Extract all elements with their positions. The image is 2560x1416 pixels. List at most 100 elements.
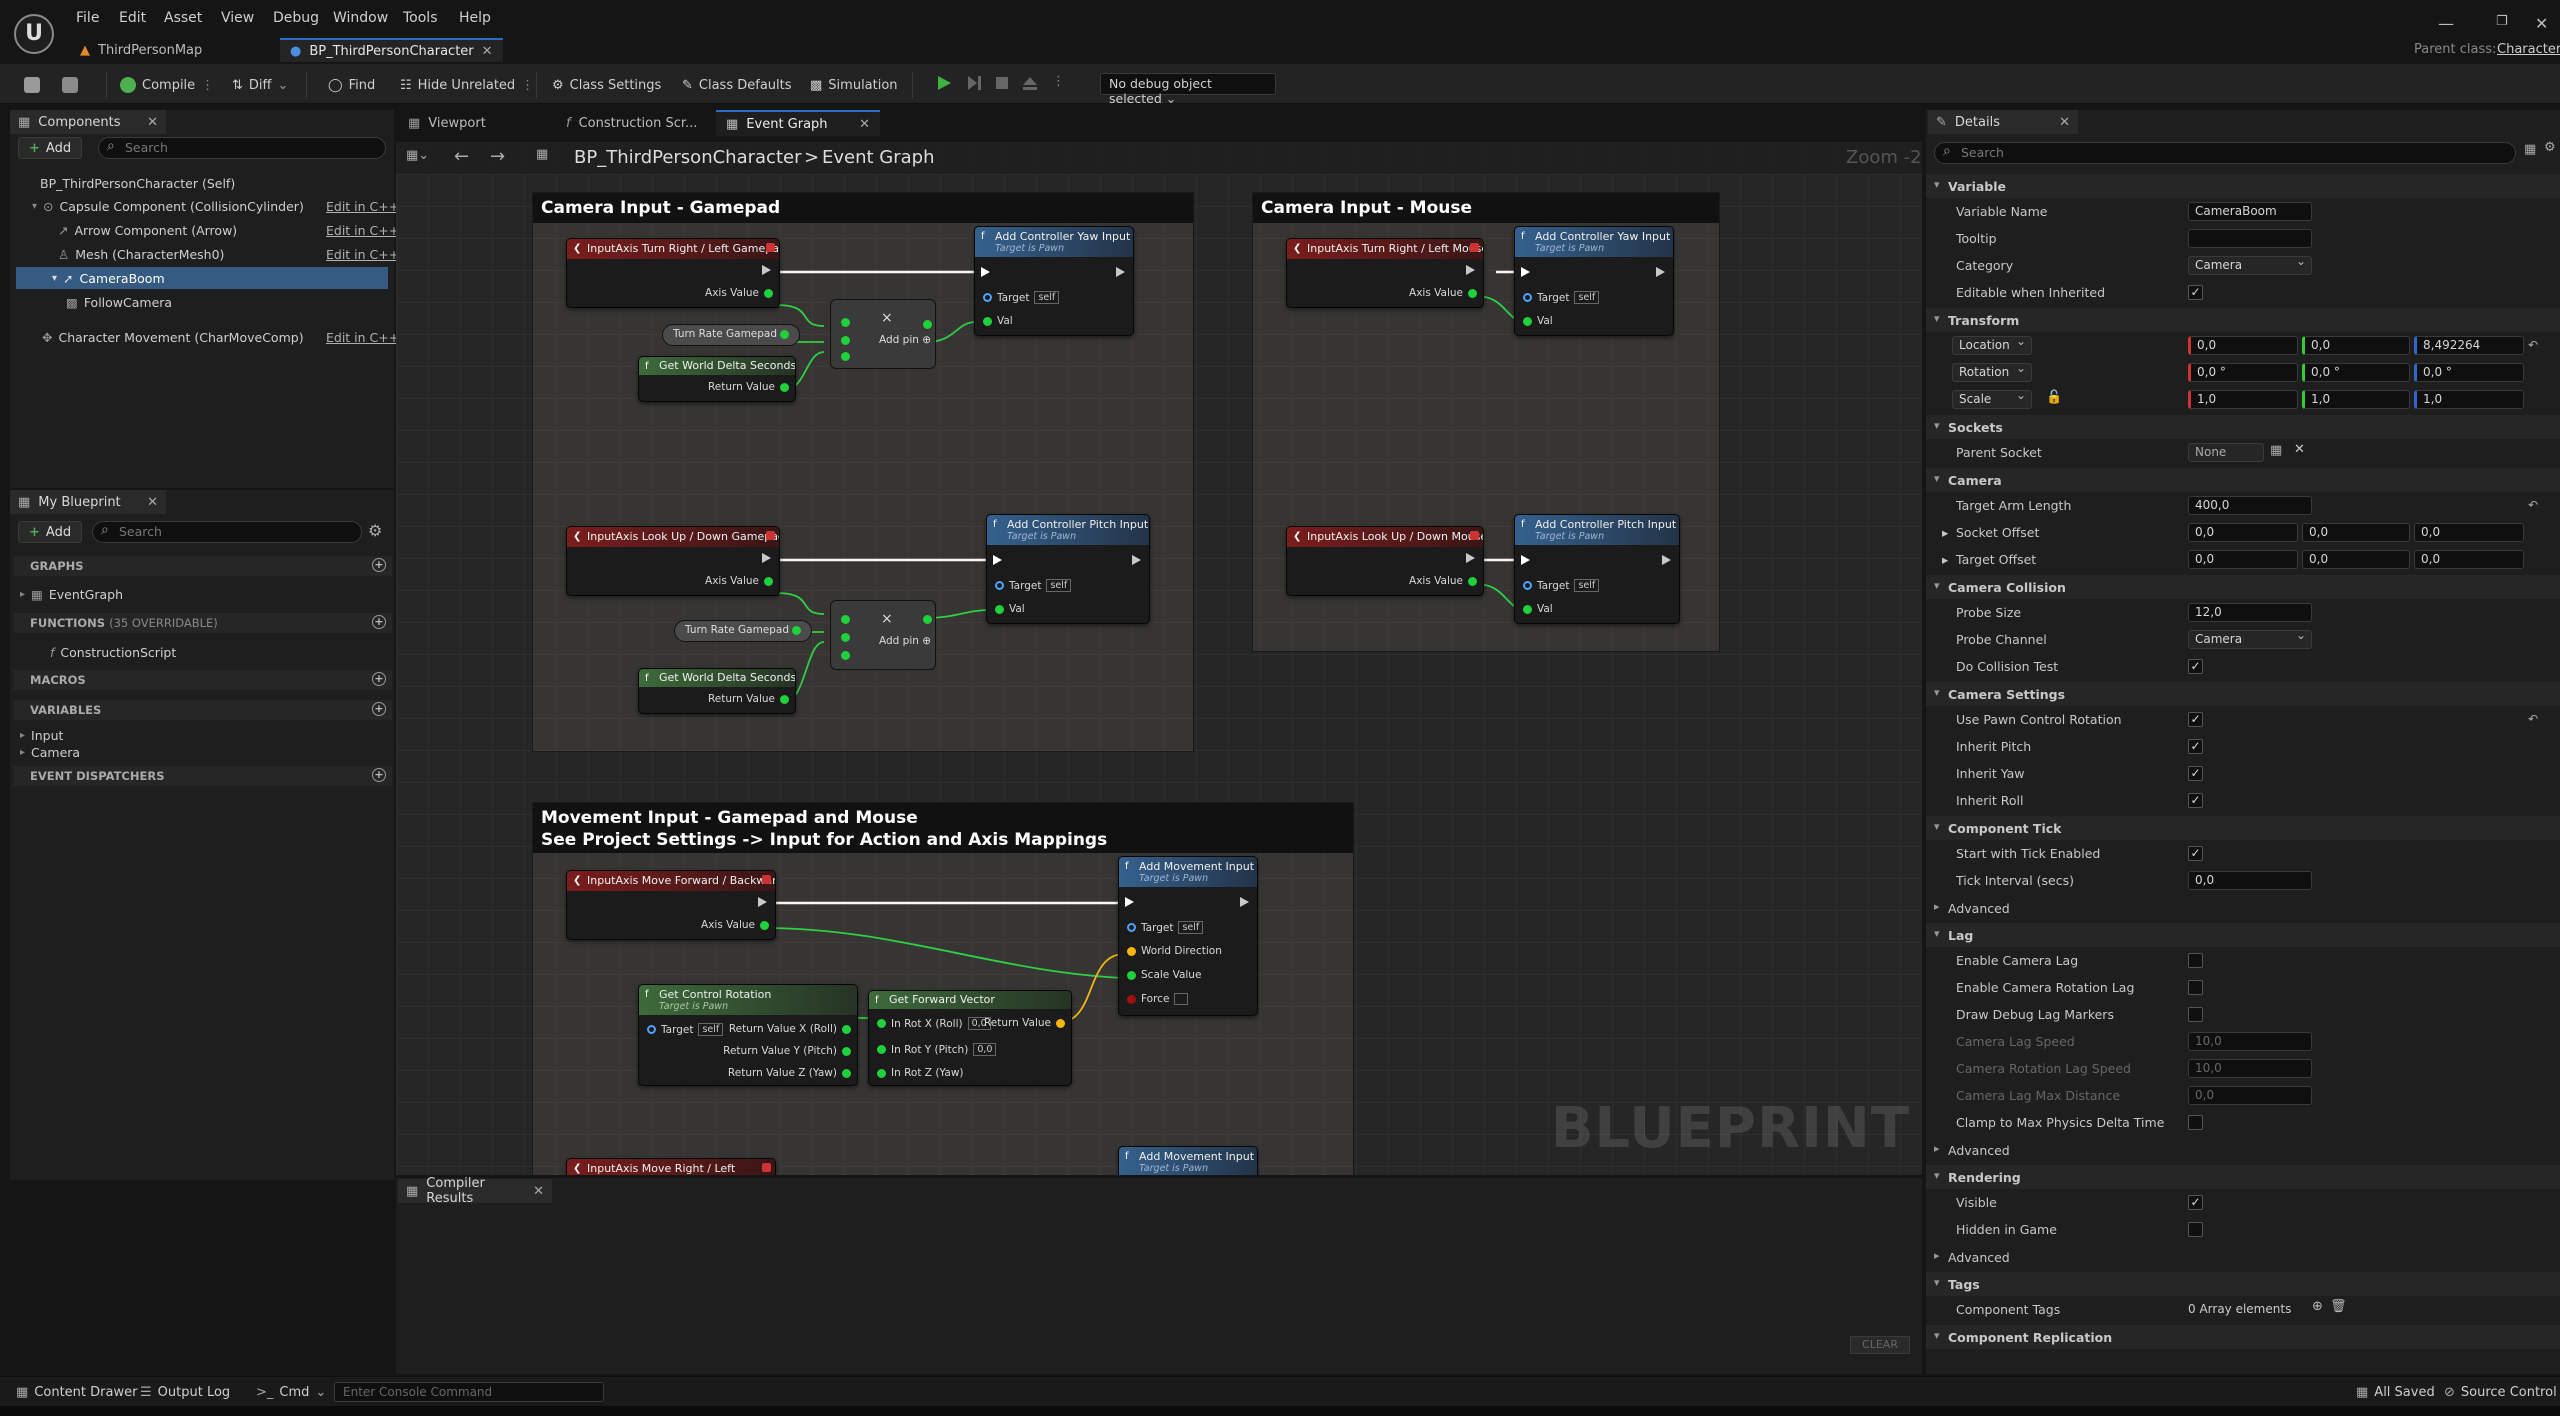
- hide-unrelated-button[interactable]: ☷ Hide Unrelated ⋮: [400, 74, 534, 96]
- node-multiply[interactable]: × Add pin ⊕: [830, 299, 936, 369]
- node-get-world-delta[interactable]: f Get World Delta Seconds Return Value: [638, 668, 796, 714]
- content-drawer-button[interactable]: ▦ Content Drawer: [16, 1385, 137, 1400]
- step-icon[interactable]: [965, 74, 983, 92]
- node-input-turn-mouse[interactable]: ❮ InputAxis Turn Right / Left Mouse Axis …: [1286, 238, 1484, 308]
- gear-icon[interactable]: ⚙: [2544, 140, 2556, 155]
- add-element-icon[interactable]: ⊕: [2312, 1299, 2323, 1314]
- node-add-yaw-mouse[interactable]: f Add Controller Yaw Input Target is Pawn …: [1514, 226, 1674, 336]
- section-advanced-lag[interactable]: Advanced: [1926, 1138, 2560, 1162]
- node-get-forward-vector[interactable]: f Get Forward Vector In Rot X (Roll) 0,0 I…: [868, 990, 1072, 1086]
- in-rot-x-pin[interactable]: In Rot X (Roll) 0,0: [877, 1017, 991, 1030]
- scale-x-input[interactable]: 1,0: [2188, 390, 2298, 409]
- scale-mode-dropdown[interactable]: Scale: [1952, 388, 2032, 409]
- menu-help[interactable]: Help: [459, 10, 491, 26]
- exec-out-pin[interactable]: [1662, 555, 1671, 565]
- target-pin[interactable]: Target self: [647, 1023, 724, 1036]
- cmd-dropdown[interactable]: >_ Cmd ⌄: [256, 1385, 326, 1400]
- add-pin-button[interactable]: Add pin ⊕: [879, 635, 931, 647]
- target-pin[interactable]: Target self: [1523, 579, 1600, 592]
- val-pin[interactable]: Val: [1523, 603, 1553, 615]
- add-variable-icon[interactable]: +: [372, 702, 386, 716]
- exec-out-pin[interactable]: [1656, 267, 1665, 277]
- parent-class-link[interactable]: Character: [2497, 42, 2560, 57]
- section-camera-collision[interactable]: Camera Collision: [1926, 575, 2560, 599]
- lock-icon[interactable]: 🔓: [2046, 390, 2062, 405]
- reset-arrow-icon[interactable]: ↶: [2528, 498, 2538, 512]
- rotation-mode-dropdown[interactable]: Rotation: [1952, 361, 2032, 382]
- exec-in-pin[interactable]: [1125, 897, 1134, 907]
- doc-tab-blueprint[interactable]: ● BP_ThirdPersonCharacter ✕: [280, 38, 503, 62]
- components-search-input[interactable]: Search: [98, 137, 386, 159]
- exec-in-pin[interactable]: [1521, 267, 1530, 277]
- reset-arrow-icon[interactable]: ↶: [2528, 712, 2538, 726]
- close-window-icon[interactable]: ✕: [2535, 14, 2548, 33]
- location-y-input[interactable]: 0,0: [2302, 336, 2410, 355]
- view-options-icon[interactable]: ▦: [2524, 142, 2536, 157]
- in-rot-y-pin[interactable]: In Rot Y (Pitch) 0,0: [877, 1043, 997, 1056]
- event-graph-canvas[interactable]: ▦⌄ ← → ▦ BP_ThirdPersonCharacter > Event…: [396, 142, 1922, 1175]
- expand-icon[interactable]: ▸: [1942, 525, 1948, 540]
- section-component-replication[interactable]: Component Replication: [1926, 1325, 2560, 1349]
- add-dispatcher-icon[interactable]: +: [372, 768, 386, 782]
- location-z-input[interactable]: 8,492264: [2414, 336, 2524, 355]
- socket-offset-x[interactable]: 0,0: [2188, 523, 2298, 542]
- graph-item-eventgraph[interactable]: ▸ ▦ EventGraph: [18, 583, 388, 605]
- target-arm-input[interactable]: 400,0: [2188, 496, 2312, 515]
- axis-value-pin[interactable]: Axis Value: [705, 287, 773, 299]
- axis-value-pin[interactable]: Axis Value: [1409, 287, 1477, 299]
- section-sockets[interactable]: Sockets: [1926, 415, 2560, 439]
- node-add-movement-input[interactable]: f Add Movement Input Target is Pawn: [1118, 1146, 1258, 1175]
- play-icon[interactable]: [935, 74, 953, 92]
- component-root[interactable]: BP_ThirdPersonCharacter (Self): [18, 172, 388, 194]
- tab-event-graph[interactable]: ▦ Event Graph ✕: [716, 110, 880, 136]
- section-advanced-tick[interactable]: Advanced: [1926, 896, 2560, 920]
- tooltip-input[interactable]: [2188, 229, 2312, 248]
- enable-rot-lag-checkbox[interactable]: [2188, 980, 2203, 995]
- in-rot-z-pin[interactable]: In Rot Z (Yaw): [877, 1067, 964, 1079]
- category-dropdown[interactable]: Camera: [2188, 254, 2312, 275]
- scale-z-input[interactable]: 1,0: [2414, 390, 2524, 409]
- components-tab[interactable]: ▦ Components ✕: [10, 110, 166, 134]
- maximize-icon[interactable]: ❐: [2496, 14, 2508, 29]
- exec-out-pin[interactable]: [758, 897, 767, 907]
- trash-icon[interactable]: 🗑: [2330, 1299, 2347, 1314]
- section-lag[interactable]: Lag: [1926, 923, 2560, 947]
- exec-out-pin[interactable]: [1466, 265, 1475, 275]
- compiler-results-tab[interactable]: ▦ Compiler Results ✕: [398, 1176, 552, 1206]
- console-command-input[interactable]: Enter Console Command: [334, 1382, 604, 1402]
- editable-checkbox[interactable]: ✓: [2188, 285, 2203, 300]
- details-search-input[interactable]: Search: [1934, 142, 2516, 164]
- inherit-roll-checkbox[interactable]: ✓: [2188, 793, 2203, 808]
- exec-out-pin[interactable]: [762, 265, 771, 275]
- save-icon[interactable]: [24, 74, 40, 96]
- unreal-logo-icon[interactable]: U: [14, 14, 54, 54]
- target-offset-y[interactable]: 0,0: [2302, 550, 2410, 569]
- close-icon[interactable]: ✕: [533, 1184, 544, 1199]
- use-pawn-checkbox[interactable]: ✓: [2188, 712, 2203, 727]
- node-input-move-right[interactable]: ❮ InputAxis Move Right / Left: [566, 1158, 776, 1175]
- edit-in-cpp-link[interactable]: Edit in C++: [326, 199, 399, 214]
- compile-button[interactable]: Compile ⋮: [120, 74, 214, 96]
- event-dispatchers-section[interactable]: EVENT DISPATCHERS +: [14, 766, 392, 786]
- details-tab[interactable]: ✎ Details ✕: [1928, 110, 2078, 134]
- add-graph-icon[interactable]: +: [372, 558, 386, 572]
- play-options-icon[interactable]: ⋮: [1052, 74, 1065, 89]
- source-control-button[interactable]: ⊘ Source Control: [2444, 1385, 2557, 1400]
- variables-section[interactable]: VARIABLES +: [14, 700, 392, 720]
- node-input-lookup-gamepad[interactable]: ❮ InputAxis Look Up / Down Gamepad Axis V…: [566, 526, 780, 596]
- section-rendering[interactable]: Rendering: [1926, 1165, 2560, 1189]
- node-multiply[interactable]: × Add pin ⊕: [830, 600, 936, 670]
- node-input-move-forward[interactable]: ❮ InputAxis Move Forward / Backward Axis …: [566, 870, 776, 940]
- target-pin[interactable]: Target self: [1523, 291, 1600, 304]
- parent-socket-value[interactable]: None: [2188, 443, 2264, 462]
- socket-offset-z[interactable]: 0,0: [2414, 523, 2524, 542]
- exec-out-pin[interactable]: [1132, 555, 1141, 565]
- exec-out-pin[interactable]: [1240, 897, 1249, 907]
- functions-section[interactable]: FUNCTIONS (35 OVERRIDABLE) +: [14, 613, 392, 633]
- target-offset-x[interactable]: 0,0: [2188, 550, 2298, 569]
- rotation-x-input[interactable]: 0,0 °: [2188, 363, 2298, 382]
- node-add-yaw-gamepad[interactable]: f Add Controller Yaw Input Target is Pawn …: [974, 226, 1134, 336]
- find-button[interactable]: ◯ Find: [328, 74, 375, 96]
- close-icon[interactable]: ✕: [859, 117, 870, 132]
- inherit-yaw-checkbox[interactable]: ✓: [2188, 766, 2203, 781]
